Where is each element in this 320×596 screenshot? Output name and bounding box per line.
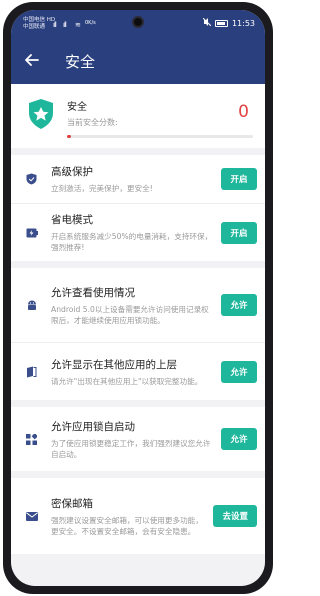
carrier-2: 中国联通	[23, 24, 46, 30]
back-button[interactable]	[25, 51, 55, 71]
row-title: 高级保护	[51, 166, 93, 178]
setup-email-button[interactable]: 去设置	[213, 505, 257, 527]
row-title: 省电模式	[51, 214, 93, 226]
protection-group: 高级保护 立刻激活，完美保护，更安全! 开启 省电模式 开启系统服务减少50%的…	[11, 155, 265, 261]
overlay-icon	[25, 365, 38, 378]
status-right: 11:53	[202, 17, 255, 28]
row-title: 允许查看使用情况	[51, 286, 135, 299]
shield-icon	[25, 173, 38, 186]
carrier-1: 中国电信 HD	[23, 17, 56, 23]
list-item-security-email: 密保邮箱 强烈建议设置安全邮箱，可以使用更多功能，更安全。不设置安全邮箱，会有安…	[11, 478, 265, 554]
screen: 中国电信 HD 中国联通 ıll ıll ≋ 0K/s 11:53 安全 安全 …	[11, 10, 265, 586]
email-group: 密保邮箱 强烈建议设置安全邮箱，可以使用更多功能，更安全。不设置安全邮箱，会有安…	[11, 478, 265, 554]
list-item-advanced-protection: 高级保护 立刻激活，完美保护，更安全! 开启	[11, 155, 265, 203]
list-item-overlay-permission: 允许显示在其他应用的上层 请允许"出现在其他应用上"以获取完整功能。 允许	[11, 342, 265, 400]
enable-power-saving-button[interactable]: 开启	[221, 221, 257, 244]
row-description: 立刻激活，完美保护，更安全!	[51, 184, 153, 193]
shield-star-icon	[29, 99, 53, 129]
row-title: 允许显示在其他应用的上层	[51, 358, 177, 371]
wifi-icon: ≋	[75, 21, 81, 29]
list-item-power-saving: 省电模式 开启系统服务减少50%的电量消耗，支持环保，强烈推荐! 开启	[11, 203, 265, 261]
row-title: 允许应用锁自启动	[51, 420, 135, 433]
row-title: 密保邮箱	[51, 497, 93, 510]
phone-frame: 中国电信 HD 中国联通 ıll ıll ≋ 0K/s 11:53 安全 安全 …	[3, 2, 273, 594]
autostart-group: 允许应用锁自启动 为了使应用锁更稳定工作，我们强烈建议您允许自启动。 允许	[11, 407, 265, 471]
battery-icon	[214, 19, 228, 27]
allow-usage-access-button[interactable]: 允许	[221, 294, 257, 316]
arrow-left-icon	[25, 54, 39, 66]
score-label: 安全	[67, 102, 87, 113]
score-sublabel: 当前安全分数:	[67, 118, 118, 127]
row-description: 开启系统服务减少50%的电量消耗，支持环保，强烈推荐!	[51, 232, 213, 252]
mute-icon	[202, 17, 212, 28]
front-camera	[132, 16, 144, 28]
row-description: 强烈建议设置安全邮箱，可以使用更多功能，更安全。不设置安全邮箱，会有安全隐患。	[51, 515, 203, 536]
allow-autostart-button[interactable]: 允许	[221, 428, 257, 450]
apps-grid-icon	[25, 433, 38, 446]
list-item-autostart: 允许应用锁自启动 为了使应用锁更稳定工作，我们强烈建议您允许自启动。 允许	[11, 407, 265, 471]
security-score-card: 安全 当前安全分数: 0	[11, 84, 265, 148]
page-title: 安全	[65, 52, 96, 71]
signal-icon: ıll	[53, 21, 57, 29]
carrier-info: 中国电信 HD 中国联通	[23, 17, 55, 31]
row-description: Android 5.0以上设备需要允许访问使用记录权限后，才能继续使用应用锁功能…	[51, 304, 209, 325]
app-bar: 安全	[11, 38, 265, 84]
permissions-group: 允许查看使用情况 Android 5.0以上设备需要允许访问使用记录权限后，才能…	[11, 268, 265, 400]
score-progress-fill	[67, 135, 71, 138]
network-speed: 0K/s	[85, 20, 96, 26]
list-item-usage-access: 允许查看使用情况 Android 5.0以上设备需要允许访问使用记录权限后，才能…	[11, 268, 265, 342]
score-value: 0	[238, 102, 249, 122]
enable-advanced-protection-button[interactable]: 开启	[221, 168, 257, 190]
allow-overlay-button[interactable]: 允许	[221, 360, 257, 383]
mail-icon	[25, 510, 38, 523]
status-bar: 中国电信 HD 中国联通 ıll ıll ≋ 0K/s 11:53	[11, 10, 265, 38]
row-description: 为了使应用锁更稳定工作，我们强烈建议您允许自启动。	[51, 438, 211, 459]
battery-saver-icon	[25, 226, 38, 239]
clock: 11:53	[231, 18, 255, 28]
score-progress-track	[67, 135, 253, 138]
signal-icon-2: ıll	[63, 21, 67, 29]
android-icon	[25, 299, 38, 312]
row-description: 请允许"出现在其他应用上"以获取完整功能。	[51, 376, 203, 386]
